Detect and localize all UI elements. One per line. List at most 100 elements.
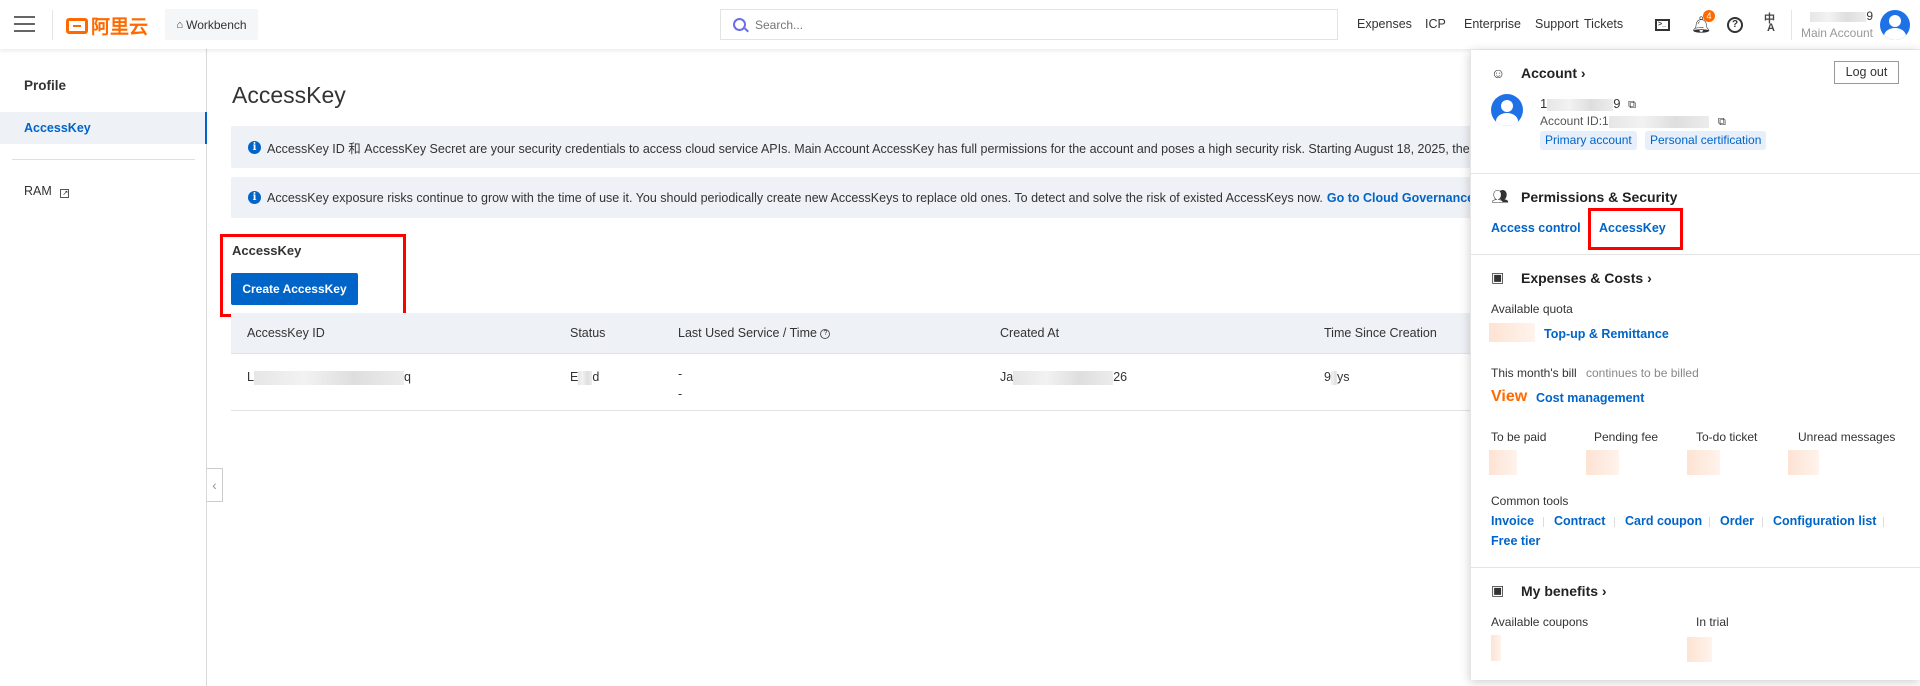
view-bill-link[interactable]: View xyxy=(1491,388,1527,406)
highlight-box xyxy=(1588,208,1683,250)
account-dropdown-panel: ☺ Account › Log out 19 ⧉ Account ID:1 ⧉ … xyxy=(1470,50,1920,680)
blurred-value xyxy=(1788,450,1819,475)
column-header-last-used: Last Used Service / Time ? xyxy=(678,313,831,354)
account-type: Main Account xyxy=(1800,26,1873,40)
created-at-cell: Ja 26 xyxy=(1000,370,1128,385)
nav-enterprise[interactable]: Enterprise xyxy=(1464,17,1521,31)
logout-button[interactable]: Log out xyxy=(1834,61,1899,84)
home-icon: ⌂ xyxy=(176,18,184,31)
avatar[interactable] xyxy=(1880,10,1910,40)
language-icon[interactable]: 中 A xyxy=(1764,14,1775,34)
blurred-value xyxy=(1491,635,1501,661)
panel-avatar xyxy=(1491,94,1523,126)
user-circle-icon: ☺ xyxy=(1491,65,1506,81)
available-coupons-label: Available coupons xyxy=(1491,615,1589,629)
workbench-label: Workbench xyxy=(186,17,247,32)
common-tools-label: Common tools xyxy=(1491,494,1569,508)
column-header-status: Status xyxy=(570,326,606,340)
column-header-created-at: Created At xyxy=(1000,326,1060,340)
search-box[interactable] xyxy=(720,9,1338,40)
aliyun-logo[interactable]: 阿里云 xyxy=(66,12,148,39)
search-input[interactable] xyxy=(755,17,1315,32)
sidebar: Profile AccessKey RAM ↗ xyxy=(0,49,207,686)
search-icon xyxy=(733,18,749,33)
sidebar-item-accesskey[interactable]: AccessKey xyxy=(0,112,207,144)
bill-label: This month's bill xyxy=(1491,366,1577,380)
divider xyxy=(1471,254,1920,255)
personal-certification-tag: Personal certification xyxy=(1645,131,1767,150)
invoice-link[interactable]: Invoice xyxy=(1491,514,1534,528)
blurred-quota xyxy=(1489,323,1535,342)
free-tier-link[interactable]: Free tier xyxy=(1491,534,1540,548)
terminal-icon[interactable]: >_ xyxy=(1655,19,1670,31)
sidebar-item-label: AccessKey xyxy=(24,121,91,135)
divider xyxy=(12,159,195,160)
account-id: Account ID:1 ⧉ xyxy=(1540,114,1726,128)
sidebar-item-ram[interactable]: RAM ↗ xyxy=(24,184,70,198)
help-icon[interactable]: ? xyxy=(1727,17,1743,33)
blurred-value xyxy=(1687,450,1720,475)
chevron-right-icon: › xyxy=(1580,65,1586,81)
blurred-account-name xyxy=(1810,11,1867,22)
column-header-time-since-creation: Time Since Creation xyxy=(1324,326,1437,340)
todo-ticket-label: To-do ticket xyxy=(1696,430,1758,444)
topup-link[interactable]: Top-up & Remittance xyxy=(1544,327,1669,341)
wallet-icon: ▣ xyxy=(1491,269,1505,285)
sidebar-title: Profile xyxy=(24,78,67,93)
last-used-cell: -- xyxy=(678,367,683,401)
logo-bracket-icon xyxy=(66,17,88,34)
order-link[interactable]: Order xyxy=(1720,514,1754,528)
copy-icon[interactable]: ⧉ xyxy=(1718,116,1726,128)
accesskey-id-cell: Lq xyxy=(247,370,411,385)
banner-text: AccessKey ID 和 AccessKey Secret are your… xyxy=(267,141,1481,156)
users-icon: 👥︎ xyxy=(1491,188,1509,204)
workbench-button[interactable]: ⌂ Workbench xyxy=(165,9,258,40)
info-icon: i xyxy=(248,191,261,204)
cloud-governance-link[interactable]: Go to Cloud Governance for RAM xyxy=(1327,191,1481,205)
blurred-value xyxy=(1489,450,1517,475)
help-icon[interactable]: ? xyxy=(820,328,831,339)
cost-management-link[interactable]: Cost management xyxy=(1536,391,1644,405)
nav-expenses[interactable]: Expenses xyxy=(1357,17,1412,31)
unread-messages-label: Unread messages xyxy=(1798,430,1896,444)
configuration-list-link[interactable]: Configuration list xyxy=(1773,514,1876,528)
chevron-right-icon: › xyxy=(1647,270,1652,286)
in-trial-label: In trial xyxy=(1696,615,1729,629)
divider xyxy=(52,10,53,40)
nav-icp[interactable]: ICP xyxy=(1425,17,1446,31)
my-benefits-link[interactable]: My benefits › xyxy=(1521,583,1607,599)
to-be-paid-label: To be paid xyxy=(1491,430,1547,444)
pending-fee-label: Pending fee xyxy=(1594,430,1659,444)
blurred-value xyxy=(1687,637,1712,662)
collapse-sidebar-handle[interactable]: ‹ xyxy=(207,468,223,502)
chevron-right-icon: › xyxy=(1601,583,1607,599)
info-banner-credentials: i AccessKey ID 和 AccessKey Secret are yo… xyxy=(231,126,1481,168)
account-menu[interactable]: 9 Main Account xyxy=(1797,9,1873,40)
nav-tickets[interactable]: Tickets xyxy=(1584,17,1623,31)
hamburger-menu-icon[interactable] xyxy=(14,16,35,32)
status-cell: Ed xyxy=(570,370,600,385)
column-label: Last Used Service / Time xyxy=(678,326,817,340)
notification-badge: 4 xyxy=(1703,10,1715,22)
divider xyxy=(1471,567,1920,568)
bill-status: continues to be billed xyxy=(1586,366,1699,380)
wallet-icon: ▣ xyxy=(1491,582,1505,598)
expenses-link[interactable]: Expenses & Costs › xyxy=(1521,270,1652,286)
access-control-link[interactable]: Access control xyxy=(1491,221,1581,235)
page-title: AccessKey xyxy=(232,82,346,108)
sidebar-item-label: RAM xyxy=(24,184,52,198)
divider xyxy=(1471,173,1920,174)
info-banner-exposure: i AccessKey exposure risks continue to g… xyxy=(231,177,1481,218)
blurred-value xyxy=(1586,450,1619,475)
account-link[interactable]: Account › xyxy=(1521,65,1586,81)
account-name-suffix: 9 xyxy=(1866,9,1873,23)
permissions-title: Permissions & Security xyxy=(1521,189,1678,205)
nav-support[interactable]: Support xyxy=(1535,17,1579,31)
table-header xyxy=(231,313,1481,354)
divider xyxy=(1791,10,1792,40)
contract-link[interactable]: Contract xyxy=(1554,514,1605,528)
top-header: 阿里云 ⌂ Workbench Expenses ICP Enterprise … xyxy=(0,0,1920,49)
account-name: 19 ⧉ xyxy=(1540,96,1636,111)
card-coupon-link[interactable]: Card coupon xyxy=(1625,514,1702,528)
copy-icon[interactable]: ⧉ xyxy=(1628,99,1636,111)
